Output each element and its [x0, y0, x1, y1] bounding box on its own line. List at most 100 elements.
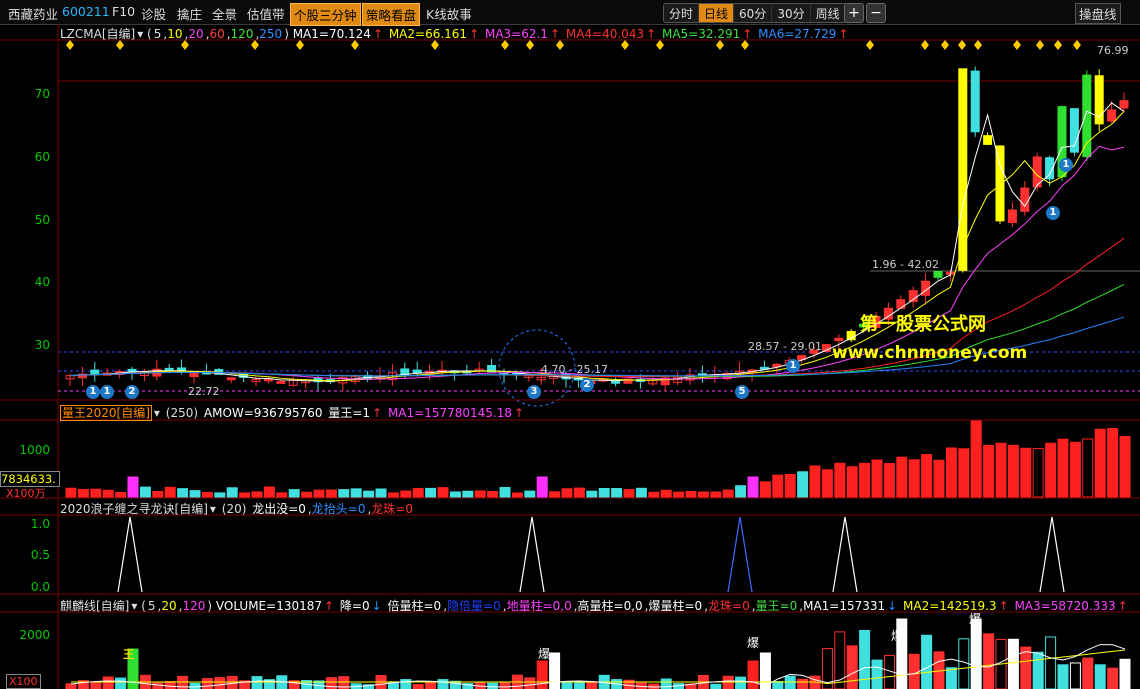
kirin-y-tick: 2000	[19, 628, 50, 642]
signal-marker[interactable]: 3	[527, 385, 541, 399]
signal-diamond	[296, 40, 304, 50]
signal-marker[interactable]: 1	[1046, 206, 1060, 220]
signal-diamond	[526, 40, 534, 50]
candle-body	[834, 337, 844, 342]
kirin-bar	[1069, 662, 1081, 689]
volume-bars	[65, 420, 1131, 498]
volume-bar	[797, 471, 809, 498]
dragon-spike	[727, 516, 753, 593]
volume-bar	[524, 490, 536, 498]
signal-marker[interactable]: 1	[786, 359, 800, 373]
kirin-bar	[772, 681, 784, 689]
kirin-bar	[437, 679, 449, 689]
kirin-hidden-value: 隐倍量=0	[447, 599, 501, 613]
kirin-bar	[412, 684, 424, 689]
volume-bar	[152, 491, 164, 498]
volume-bar	[474, 490, 486, 498]
volume-bar	[363, 490, 375, 498]
volume-bar	[995, 442, 1007, 498]
volume-bar	[561, 488, 573, 498]
volume-bar	[201, 491, 213, 498]
kirin-bar	[735, 676, 747, 689]
volume-bar	[586, 490, 598, 498]
volume-bar	[65, 487, 77, 498]
volume-bar	[958, 448, 970, 498]
volume-bar	[437, 487, 449, 498]
volume-bar	[375, 488, 387, 498]
signal-diamond	[181, 40, 189, 50]
volume-bar	[908, 459, 920, 498]
volume-bar	[350, 488, 362, 498]
kirin-bar	[115, 677, 127, 689]
kirin-bar	[970, 618, 982, 689]
kirin-bar	[660, 678, 672, 689]
volume-bar	[549, 491, 561, 498]
dragon-indicator-name[interactable]: 2020浪子缠之寻龙诀[自编]	[60, 502, 208, 516]
signal-marker[interactable]: 1	[1059, 158, 1073, 172]
kirin-bar	[722, 675, 734, 689]
signal-diamond	[621, 40, 629, 50]
volume-bar	[1007, 444, 1019, 498]
signal-marker[interactable]: 1	[100, 385, 114, 399]
kirin-volume-value: VOLUME=130187	[215, 599, 323, 613]
volume-bar	[499, 486, 511, 498]
kirin-bar	[958, 638, 970, 689]
volume-bar	[1045, 442, 1057, 498]
volume-bar	[1069, 441, 1081, 498]
kirin-indicator-name[interactable]: 麒麟线[自编]	[60, 599, 129, 613]
kirin-bar	[1119, 658, 1131, 689]
signal-diamond	[431, 40, 439, 50]
volume-bar	[77, 488, 89, 498]
signal-diamond	[1073, 40, 1081, 50]
dragon-head-value: 龙抬头=0	[311, 502, 366, 516]
signal-diamond	[351, 40, 359, 50]
volume-bar	[313, 489, 325, 498]
signal-marker[interactable]: 1	[86, 385, 100, 399]
volume-bar	[660, 489, 672, 498]
volume-bar	[177, 488, 189, 498]
volume-indicator-name[interactable]: 量王2020[自编]	[60, 405, 152, 421]
signal-marker[interactable]: 5	[735, 385, 749, 399]
candle-body	[970, 70, 980, 133]
dragon-param: (20)	[221, 502, 247, 516]
kirin-ma2-value: MA2=142519.3	[903, 599, 997, 613]
volume-bar	[784, 473, 796, 498]
volume-bar	[821, 469, 833, 498]
volume-bar	[1119, 435, 1131, 498]
range-label-2: 28.57 - 29.01	[748, 340, 822, 353]
volume-bar	[90, 488, 102, 498]
volume-bar	[1032, 448, 1044, 498]
volume-bar	[772, 474, 784, 498]
signal-diamond	[1013, 40, 1021, 50]
signal-marker[interactable]: 2	[125, 385, 139, 399]
signal-marker[interactable]: 2	[580, 378, 594, 392]
kirin-bar	[536, 660, 548, 689]
kirin-bar	[164, 681, 176, 689]
dragon-y-tick-1: 1.0	[30, 517, 50, 531]
volume-bar	[710, 491, 722, 498]
kirin-bar	[201, 678, 213, 689]
dragon-spike	[519, 516, 545, 593]
signal-diamond	[556, 40, 564, 50]
kirin-high-value: 高量柱=0,0	[577, 599, 643, 613]
kirin-bar	[871, 659, 883, 689]
volume-bar	[449, 491, 461, 498]
kirin-bar	[710, 683, 722, 689]
kirin-bar	[797, 678, 809, 689]
volume-bar	[673, 491, 685, 498]
kirin-bar	[784, 675, 796, 689]
volume-bar	[400, 490, 412, 498]
signal-diamond	[716, 40, 724, 50]
kirin-bar	[921, 634, 933, 689]
kirin-bar	[549, 652, 561, 689]
volume-bar	[945, 447, 957, 498]
candle-body	[1107, 109, 1117, 122]
signal-diamond	[116, 40, 124, 50]
signal-diamond	[741, 40, 749, 50]
volume-bar	[263, 486, 275, 498]
candle-body	[276, 380, 286, 384]
signal-diamonds	[66, 40, 1081, 50]
dragon-signal-lines	[117, 516, 1065, 593]
kirin-bar	[846, 645, 858, 689]
kirin-bar	[1082, 657, 1094, 689]
